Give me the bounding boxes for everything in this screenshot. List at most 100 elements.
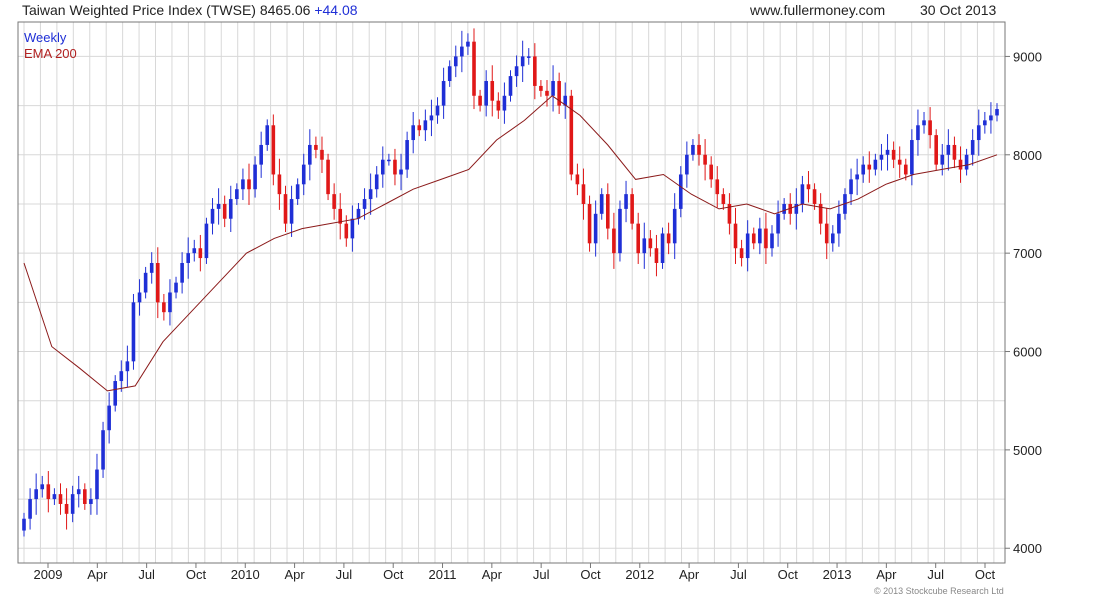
candle	[551, 65, 555, 112]
candle-body	[533, 56, 537, 86]
plot-frame	[17, 21, 1006, 564]
candle-body	[654, 248, 659, 263]
candle	[770, 225, 774, 257]
x-tick-label: 2011	[429, 567, 457, 582]
candle	[879, 143, 884, 171]
candle	[496, 92, 501, 119]
candle-body	[58, 494, 63, 504]
candle-body	[216, 203, 221, 209]
x-tick-label: Oct	[383, 567, 404, 582]
candle-body	[362, 199, 367, 209]
x-tick-label: Jul	[336, 567, 353, 582]
legend-ema: EMA 200	[24, 46, 77, 61]
candle-body	[101, 430, 105, 470]
candle-body	[618, 208, 622, 254]
candle	[569, 89, 574, 181]
candle-body	[228, 199, 233, 219]
candle-body	[873, 159, 878, 170]
candle-body	[806, 184, 811, 190]
x-tick-label: 2013	[823, 567, 852, 582]
candle-body	[520, 56, 525, 67]
candle-body	[119, 371, 124, 382]
candle	[387, 153, 391, 166]
candle	[46, 471, 51, 513]
candle-body	[429, 115, 434, 121]
candle-body	[989, 115, 993, 121]
candle	[174, 276, 178, 299]
candle	[40, 475, 45, 498]
candle-body	[934, 135, 938, 165]
candle-body	[441, 81, 446, 106]
candle-body	[222, 203, 227, 219]
candle	[885, 134, 890, 171]
candle-body	[478, 95, 482, 106]
candle	[417, 119, 422, 137]
candle-body	[885, 149, 890, 155]
candle-body	[83, 489, 87, 504]
candle-body	[569, 95, 574, 175]
candle-body	[697, 144, 701, 155]
candle	[751, 227, 756, 250]
candle-body	[964, 154, 969, 170]
candle-body	[685, 154, 689, 175]
candle	[782, 198, 786, 220]
candle	[338, 193, 343, 240]
candle-body	[831, 233, 835, 244]
candle-body	[143, 272, 148, 293]
candle-body	[198, 248, 203, 259]
candle	[113, 375, 118, 412]
grid-lines	[18, 22, 1005, 563]
candle	[831, 225, 835, 252]
candle	[855, 158, 859, 196]
candle	[764, 212, 768, 264]
candle	[624, 180, 628, 223]
candle	[380, 146, 385, 188]
candle-body	[678, 174, 683, 209]
candle	[520, 40, 525, 83]
candle-body	[897, 159, 902, 165]
candle-body	[259, 144, 263, 165]
candle	[575, 163, 580, 196]
chart-legend: Weekly EMA 200	[24, 30, 77, 62]
candle-body	[526, 56, 531, 58]
candle-body	[606, 194, 610, 229]
candle	[192, 239, 197, 262]
candle	[970, 129, 975, 166]
candle	[453, 45, 458, 78]
candle-body	[770, 233, 774, 249]
x-tick-label: 2009	[34, 567, 63, 582]
candle-body	[800, 184, 805, 204]
candle-body	[265, 125, 270, 145]
candle	[897, 146, 902, 178]
candle	[107, 392, 111, 444]
candle-body	[289, 199, 294, 224]
candle	[168, 279, 172, 326]
x-tick-label: Jul	[138, 567, 155, 582]
candle-body	[867, 164, 872, 170]
candle-body	[453, 56, 458, 67]
candle-body	[642, 238, 647, 254]
candle	[423, 109, 428, 142]
y-tick-label: 4000	[1013, 541, 1042, 556]
candle-body	[380, 159, 385, 175]
candle-body	[192, 248, 197, 254]
candle	[630, 188, 634, 230]
candle-body	[976, 125, 981, 141]
candle	[143, 266, 148, 299]
candle-body	[612, 228, 616, 254]
candle	[545, 80, 549, 107]
candle-body	[940, 154, 945, 165]
candle	[606, 183, 610, 240]
candle-body	[113, 381, 118, 406]
candle-body	[460, 46, 464, 57]
candle	[374, 166, 379, 198]
candle	[837, 200, 841, 247]
candle	[289, 185, 294, 237]
candle-body	[922, 120, 926, 126]
candle	[326, 153, 330, 201]
x-tick-label: Apr	[679, 567, 700, 582]
candle-body	[490, 81, 495, 101]
candle	[162, 293, 166, 321]
candle-body	[235, 189, 239, 200]
candle	[776, 200, 780, 247]
